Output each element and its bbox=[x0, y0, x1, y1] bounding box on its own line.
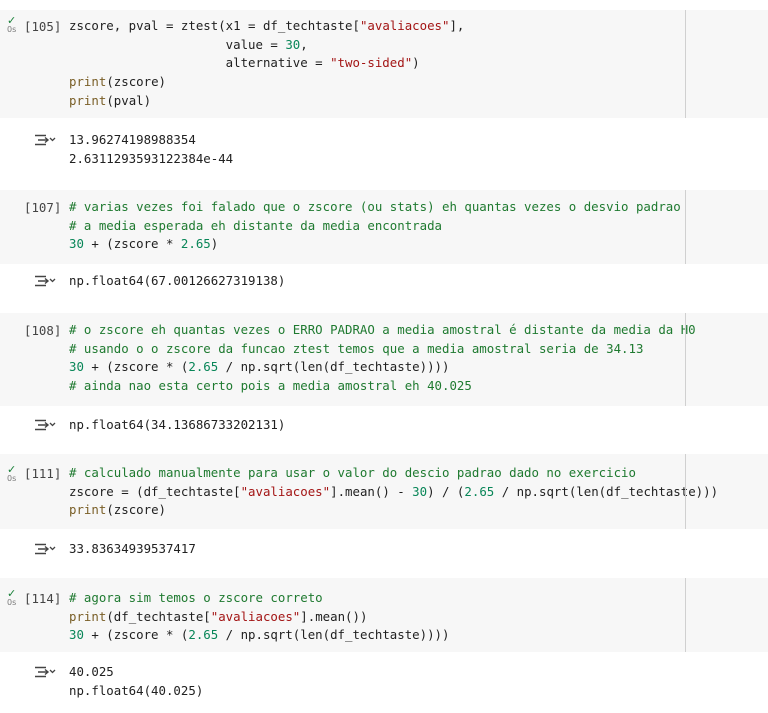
code-token: ], bbox=[449, 18, 465, 33]
code-line[interactable]: # ainda nao esta certo pois a media amos… bbox=[69, 377, 472, 396]
run-duration: 0s bbox=[7, 474, 17, 483]
code-token: # o zscore eh quantas vezes o ERRO PADRA… bbox=[69, 322, 696, 337]
code-token: # calculado manualmente para usar o valo… bbox=[69, 465, 636, 480]
code-token: (pval) bbox=[106, 92, 152, 108]
code-token: / np.sqrt(len(df_techtaste)))) bbox=[218, 627, 450, 643]
code-token: ].mean() - bbox=[330, 483, 413, 499]
output-text: np.float64(34.13686733202131) bbox=[69, 417, 286, 432]
code-line[interactable]: alternative = "two-sided") bbox=[69, 54, 420, 73]
code-token: (zscore) bbox=[106, 502, 166, 518]
code-token: ) / ( bbox=[427, 483, 465, 499]
code-token: # agora sim temos o zscore correto bbox=[69, 590, 323, 605]
code-token: (df_techtaste[ bbox=[106, 608, 211, 624]
code-line[interactable]: # varias vezes foi falado que o zscore (… bbox=[69, 198, 681, 217]
code-line[interactable]: print(df_techtaste["avaliacoes"].mean()) bbox=[69, 608, 367, 627]
execution-count: [108] bbox=[24, 323, 62, 338]
code-token: print bbox=[69, 608, 107, 624]
code-token: "two-sided" bbox=[330, 55, 413, 71]
code-token: ) bbox=[210, 236, 219, 252]
code-token: print bbox=[69, 74, 107, 90]
code-token: 2.65 bbox=[464, 483, 495, 499]
code-token: 2.65 bbox=[188, 627, 219, 643]
code-line[interactable]: print(zscore) bbox=[69, 501, 166, 520]
code-line[interactable]: 30 + (zscore * 2.65) bbox=[69, 235, 218, 254]
code-token: 30 bbox=[285, 36, 301, 52]
code-token: "avaliacoes" bbox=[359, 18, 450, 33]
execution-count: [107] bbox=[24, 200, 62, 215]
code-token: alternative = bbox=[69, 55, 331, 71]
code-line[interactable]: 30 + (zscore * (2.65 / np.sqrt(len(df_te… bbox=[69, 626, 449, 645]
output-text: 33.83634939537417 bbox=[69, 541, 196, 556]
code-line[interactable]: # o zscore eh quantas vezes o ERRO PADRA… bbox=[69, 321, 696, 340]
code-line[interactable]: 30 + (zscore * (2.65 / np.sqrt(len(df_te… bbox=[69, 358, 449, 377]
output-arrow-icon[interactable] bbox=[34, 418, 56, 432]
output-text: 13.96274198988354 bbox=[69, 132, 196, 147]
code-line[interactable]: # agora sim temos o zscore correto bbox=[69, 589, 323, 608]
code-line[interactable]: zscore, pval = ztest(x1 = df_techtaste["… bbox=[69, 17, 464, 36]
code-token: / np.sqrt(len(df_techtaste)))) bbox=[218, 359, 450, 375]
code-line[interactable]: value = 30, bbox=[69, 36, 308, 55]
output-text: 2.6311293593122384e-44 bbox=[69, 150, 234, 166]
code-token: # varias vezes foi falado que o zscore (… bbox=[69, 199, 681, 214]
code-token: + (zscore * ( bbox=[83, 627, 189, 643]
code-token: # a media esperada eh distante da media … bbox=[69, 217, 442, 233]
code-token: + (zscore * bbox=[83, 236, 181, 252]
code-line[interactable]: zscore = (df_techtaste["avaliacoes"].mea… bbox=[69, 483, 718, 502]
code-token: 2.65 bbox=[180, 236, 211, 252]
code-token: ) bbox=[412, 55, 420, 71]
code-token: , bbox=[300, 36, 308, 52]
execution-count: [105] bbox=[24, 19, 62, 34]
code-token: print bbox=[69, 502, 107, 518]
code-token: 30 bbox=[69, 236, 84, 252]
execution-count: [111] bbox=[24, 466, 62, 481]
run-duration: 0s bbox=[7, 25, 17, 34]
output-text: np.float64(40.025) bbox=[69, 682, 204, 698]
code-token: # ainda nao esta certo pois a media amos… bbox=[69, 378, 472, 394]
code-token: zscore = (df_techtaste[ bbox=[69, 483, 241, 499]
code-token: ].mean()) bbox=[300, 608, 368, 624]
code-line[interactable]: print(pval) bbox=[69, 92, 151, 111]
code-token: "avaliacoes" bbox=[240, 483, 331, 499]
code-line[interactable]: # a media esperada eh distante da media … bbox=[69, 217, 442, 236]
code-token: zscore, pval = ztest(x1 = df_techtaste[ bbox=[69, 18, 360, 33]
code-token: 2.65 bbox=[188, 359, 219, 375]
output-arrow-icon[interactable] bbox=[34, 665, 56, 679]
code-token: (zscore) bbox=[106, 74, 166, 90]
code-token: "avaliacoes" bbox=[210, 608, 301, 624]
output-arrow-icon[interactable] bbox=[34, 274, 56, 288]
code-line[interactable]: # calculado manualmente para usar o valo… bbox=[69, 464, 636, 483]
execution-count: [114] bbox=[24, 591, 62, 606]
code-token: # usando o o zscore da funcao ztest temo… bbox=[69, 340, 644, 356]
output-arrow-icon[interactable] bbox=[34, 542, 56, 556]
output-text: 40.025 bbox=[69, 664, 114, 679]
code-token: 30 bbox=[69, 359, 84, 375]
run-duration: 0s bbox=[7, 598, 17, 607]
code-token: value = bbox=[69, 36, 286, 52]
code-token: print bbox=[69, 92, 107, 108]
output-arrow-icon[interactable] bbox=[34, 133, 56, 147]
code-line[interactable]: # usando o o zscore da funcao ztest temo… bbox=[69, 340, 643, 359]
output-text: np.float64(67.00126627319138) bbox=[69, 273, 286, 288]
code-token: 30 bbox=[412, 483, 428, 499]
code-token: 30 bbox=[69, 627, 84, 643]
code-line[interactable]: print(zscore) bbox=[69, 73, 166, 92]
code-token: + (zscore * ( bbox=[83, 359, 189, 375]
